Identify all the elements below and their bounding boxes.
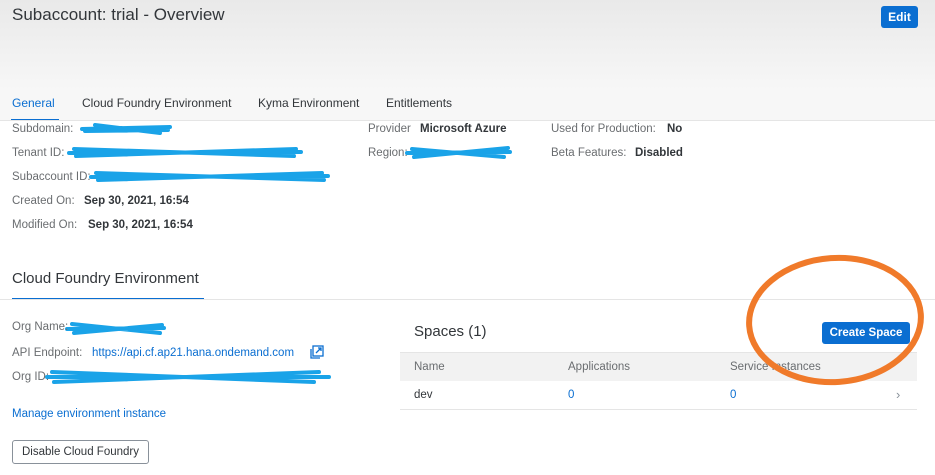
subdomain-label: Subdomain: <box>12 123 74 135</box>
copy-icon[interactable] <box>310 345 324 359</box>
production-label: Used for Production: <box>551 123 656 135</box>
redaction-mark-tenant <box>67 147 303 158</box>
tenant-id-label: Tenant ID: <box>12 147 65 159</box>
column-header-applications[interactable]: Applications <box>568 361 630 373</box>
modified-on-value: Sep 30, 2021, 16:54 <box>88 219 193 231</box>
modified-on-label: Modified On: <box>12 219 78 231</box>
column-header-service-instances[interactable]: Service Instances <box>730 361 821 373</box>
cloud-foundry-section-title: Cloud Foundry Environment <box>12 270 199 287</box>
region-label: Region: <box>368 147 408 159</box>
created-on-value: Sep 30, 2021, 16:54 <box>84 195 189 207</box>
redaction-mark-region <box>405 146 512 159</box>
redaction-mark-subdomain <box>80 123 172 135</box>
applications-count-link[interactable]: 0 <box>568 389 574 401</box>
subaccount-id-label: Subaccount ID: <box>12 171 91 183</box>
provider-label: Provider <box>368 123 411 135</box>
redaction-mark-org-name <box>65 322 166 335</box>
tab-general[interactable]: General <box>12 96 55 110</box>
redaction-mark-subaccount <box>89 171 330 182</box>
api-endpoint-label: API Endpoint: <box>12 347 83 359</box>
tab-cloud-foundry[interactable]: Cloud Foundry Environment <box>82 96 231 110</box>
create-space-button[interactable]: Create Space <box>822 322 910 344</box>
tab-kyma[interactable]: Kyma Environment <box>258 96 359 110</box>
redaction-mark-org-id <box>45 370 331 384</box>
manage-environment-link[interactable]: Manage environment instance <box>12 408 166 420</box>
spaces-title: Spaces (1) <box>414 323 487 340</box>
production-value: No <box>667 123 683 135</box>
space-name-cell: dev <box>414 389 433 401</box>
provider-value: Microsoft Azure <box>420 123 507 135</box>
edit-button[interactable]: Edit <box>881 6 918 28</box>
page-header: Subaccount: trial - Overview Edit <box>0 0 935 90</box>
beta-features-label: Beta Features: <box>551 147 627 159</box>
page-title: Subaccount: trial - Overview <box>12 5 225 24</box>
disable-cloud-foundry-button[interactable]: Disable Cloud Foundry <box>12 440 149 464</box>
tab-bar: General Cloud Foundry Environment Kyma E… <box>0 90 935 120</box>
service-instances-count-link[interactable]: 0 <box>730 389 736 401</box>
table-row[interactable]: dev 0 0 › <box>400 381 917 410</box>
column-header-name[interactable]: Name <box>414 361 445 373</box>
chevron-right-icon: › <box>896 387 901 402</box>
spaces-table-header: Name Applications Service Instances <box>400 352 917 382</box>
org-name-label: Org Name: <box>12 321 69 333</box>
section-divider <box>0 299 935 300</box>
tab-entitlements[interactable]: Entitlements <box>386 96 452 110</box>
created-on-label: Created On: <box>12 195 75 207</box>
org-id-label: Org ID: <box>12 371 50 383</box>
beta-features-value: Disabled <box>635 147 683 159</box>
api-endpoint-link[interactable]: https://api.cf.ap21.hana.ondemand.com <box>92 347 294 359</box>
